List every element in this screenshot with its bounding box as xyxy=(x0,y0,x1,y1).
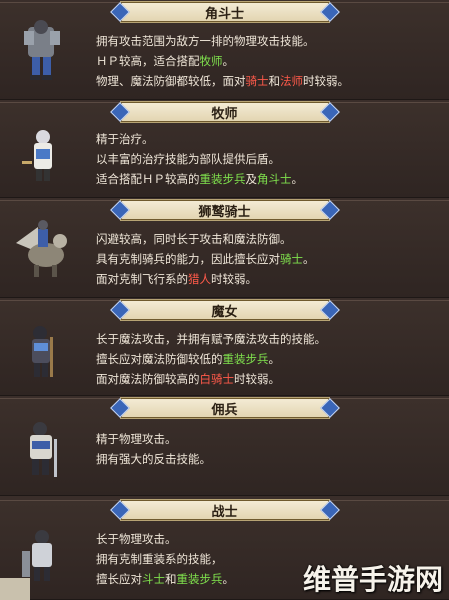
class-guide: 角斗士 拥有攻击范围为敌方一排的物理攻击技能。 ＨＰ较高，适合搭配牧师。 物理、魔法… xyxy=(0,0,449,600)
griffin-knight-sprite-icon xyxy=(16,220,67,277)
description-text: 具有克制骑兵的能力，因此擅长应对 xyxy=(96,252,280,266)
description-line: 长于魔法攻击，并拥有赋予魔法攻击的技能。 xyxy=(96,329,439,349)
description-line: 闪避较高，同时长于攻击和魔法防御。 xyxy=(96,229,439,249)
description-line: 擅长应对魔法防御较低的重装步兵。 xyxy=(96,349,439,369)
class-title: 狮鹫骑士 xyxy=(198,204,251,220)
description-text: 和 xyxy=(268,74,281,88)
class-title: 战士 xyxy=(211,504,238,520)
description-text: 闪避较高，同时长于攻击和魔法防御。 xyxy=(96,232,292,246)
description-text: 长于魔法攻击，并拥有赋予魔法攻击的技能。 xyxy=(96,332,326,346)
mercenary-sprite-icon xyxy=(30,422,57,477)
mercenary-portrait xyxy=(10,417,74,487)
description-text: 适合搭配ＨＰ较高的 xyxy=(96,172,200,186)
description-line: 拥有强大的反击技能。 xyxy=(96,449,439,469)
class-panel-griffin-knight: 狮鹫骑士 闪避较高，同时长于攻击和魔法防御。 具有克制骑兵的能力，因此擅长应对骑士… xyxy=(0,199,449,298)
class-banner: 狮鹫骑士 xyxy=(119,199,330,221)
highlight-term: 牧师 xyxy=(199,54,223,68)
description-text: 长于物理攻击。 xyxy=(96,532,177,546)
watermark: 维普手游网 xyxy=(302,563,443,596)
gladiator-sprite-icon xyxy=(24,20,60,80)
priest-portrait xyxy=(10,123,74,193)
description-text: 拥有强大的反击技能。 xyxy=(96,452,211,466)
witch-sprite-icon xyxy=(32,326,53,377)
class-panel-gladiator: 角斗士 拥有攻击范围为敌方一排的物理攻击技能。 ＨＰ较高，适合搭配牧师。 物理、魔法… xyxy=(0,1,449,100)
highlight-term: 白骑士 xyxy=(199,372,235,386)
description-text: 时较弱。 xyxy=(303,74,349,88)
description-text: 物理、魔法防御都较低，面对 xyxy=(96,74,246,88)
gladiator-portrait xyxy=(10,17,74,87)
class-description: 精于治疗。 以丰富的治疗技能为部队提供后盾。 适合搭配ＨＰ较高的重装步兵及角斗士。 xyxy=(96,129,439,189)
highlight-term: 重装步兵 xyxy=(176,572,223,586)
class-banner: 角斗士 xyxy=(119,1,330,23)
description-line: 拥有攻击范围为敌方一排的物理攻击技能。 xyxy=(96,31,439,51)
description-text: 精于物理攻击。 xyxy=(96,432,177,446)
class-description: 拥有攻击范围为敌方一排的物理攻击技能。 ＨＰ较高，适合搭配牧师。 物理、魔法防御都较… xyxy=(96,31,439,91)
description-text: 以丰富的治疗技能为部队提供后盾。 xyxy=(96,152,280,166)
description-text: 。 xyxy=(222,572,235,586)
description-line: 面对克制飞行系的猎人时较弱。 xyxy=(96,269,439,289)
description-line: 面对魔法防御较高的白骑士时较弱。 xyxy=(96,369,439,389)
description-line: 具有克制骑兵的能力，因此擅长应对骑士。 xyxy=(96,249,439,269)
highlight-term: 法师 xyxy=(280,74,303,88)
description-text: 。 xyxy=(268,352,281,366)
description-line: 长于物理攻击。 xyxy=(96,529,439,549)
description-text: 。 xyxy=(222,54,235,68)
class-title: 牧师 xyxy=(211,106,238,122)
class-title: 角斗士 xyxy=(204,6,244,22)
class-banner: 佣兵 xyxy=(119,397,330,419)
highlight-term: 角斗士 xyxy=(257,172,292,186)
description-text: 擅长应对魔法防御较低的 xyxy=(96,352,223,366)
description-text: 时较弱。 xyxy=(211,272,257,286)
highlight-term: 重装步兵 xyxy=(199,172,246,186)
watermark-logo-icon xyxy=(0,578,30,600)
class-panel-witch: 魔女 长于魔法攻击，并拥有赋予魔法攻击的技能。 擅长应对魔法防御较低的重装步兵。面… xyxy=(0,299,449,396)
description-text: 面对魔法防御较高的 xyxy=(96,372,200,386)
priest-sprite-icon xyxy=(22,130,52,181)
description-line: ＨＰ较高，适合搭配牧师。 xyxy=(96,51,439,71)
class-banner: 魔女 xyxy=(119,299,330,321)
description-text: 和 xyxy=(165,572,177,586)
description-text: 面对克制飞行系的 xyxy=(96,272,188,286)
description-text: 拥有攻击范围为敌方一排的物理攻击技能。 xyxy=(96,34,315,48)
description-text: 精于治疗。 xyxy=(96,132,154,146)
class-description: 长于魔法攻击，并拥有赋予魔法攻击的技能。 擅长应对魔法防御较低的重装步兵。 面对魔法… xyxy=(96,329,439,389)
highlight-term: 骑士 xyxy=(245,74,269,88)
highlight-term: 重装步兵 xyxy=(222,352,269,366)
witch-portrait xyxy=(10,319,74,389)
class-panel-mercenary: 佣兵 精于物理攻击。拥有强大的反击技能。 xyxy=(0,397,449,496)
highlight-term: 斗士 xyxy=(142,572,165,586)
description-line: 以丰富的治疗技能为部队提供后盾。 xyxy=(96,149,439,169)
class-panel-priest: 牧师 精于治疗。 以丰富的治疗技能为部队提供后盾。 适合搭配ＨＰ较高的重装步兵及角斗… xyxy=(0,101,449,198)
description-text: 。 xyxy=(303,252,315,266)
description-line: 适合搭配ＨＰ较高的重装步兵及角斗士。 xyxy=(96,169,439,189)
griffin-knight-portrait xyxy=(10,213,74,283)
description-text: 及 xyxy=(245,172,258,186)
description-text: 时较弱。 xyxy=(234,372,280,386)
class-title: 佣兵 xyxy=(211,402,238,418)
class-title: 魔女 xyxy=(211,304,238,320)
description-line: 精于物理攻击。 xyxy=(96,429,439,449)
class-description: 闪避较高，同时长于攻击和魔法防御。 具有克制骑兵的能力，因此擅长应对骑士。 面对克制… xyxy=(96,229,439,289)
description-line: 精于治疗。 xyxy=(96,129,439,149)
highlight-term: 猎人 xyxy=(188,272,211,286)
description-text: 。 xyxy=(291,172,304,186)
description-line: 物理、魔法防御都较低，面对骑士和法师时较弱。 xyxy=(96,71,439,91)
description-text: 擅长应对 xyxy=(96,572,142,586)
description-text: 拥有克制重装系的技能， xyxy=(96,552,223,566)
class-description: 精于物理攻击。拥有强大的反击技能。 xyxy=(96,429,439,469)
description-text: ＨＰ较高，适合搭配 xyxy=(96,54,200,68)
class-banner: 战士 xyxy=(119,499,330,521)
class-banner: 牧师 xyxy=(119,101,330,123)
highlight-term: 骑士 xyxy=(280,252,303,266)
